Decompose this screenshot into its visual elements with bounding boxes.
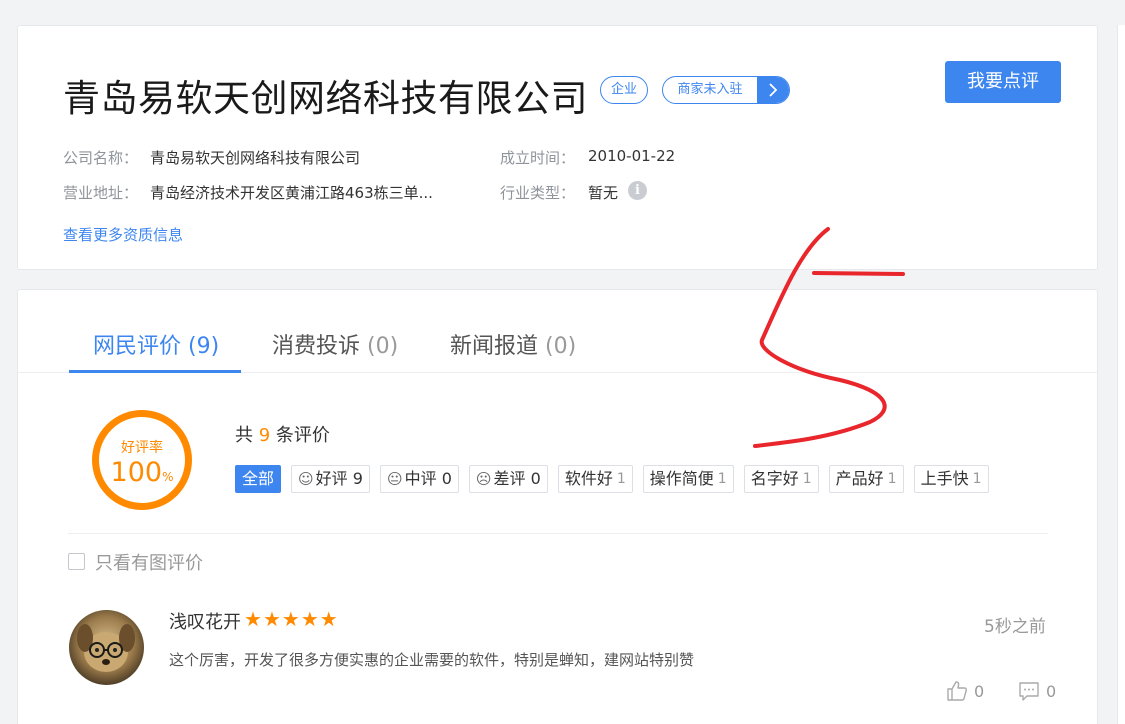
filter-neutral[interactable]: 😐︎ 中评 0: [379, 465, 459, 493]
thumbs-up-icon: [947, 681, 967, 701]
filter-tag[interactable]: 操作简便 1: [642, 465, 734, 493]
review-text: 这个厉害，开发了很多方便实惠的企业需要的软件，特别是蝉知，建网站特别赞: [169, 651, 695, 669]
positive-rate-label: 好评率: [121, 440, 163, 456]
company-name-label: 公司名称：: [63, 149, 139, 167]
like-count: 0: [974, 681, 985, 701]
filter-good[interactable]: ☺ 好评 9: [291, 465, 370, 493]
chevron-right-icon: [757, 77, 789, 103]
more-qualification-link[interactable]: 查看更多资质信息: [63, 224, 183, 245]
address-label: 营业地址：: [63, 184, 139, 202]
filter-tag[interactable]: 名字好 1: [743, 465, 819, 493]
review-card: 网民评价 (9) 消费投诉 (0) 新闻报道 (0) 好评率 100% 共 9 …: [17, 289, 1098, 724]
review-time: 5秒之前: [984, 617, 1046, 637]
company-title: 青岛易软天创网络科技有限公司: [63, 77, 588, 120]
rating-stars: ★ ★ ★ ★ ★: [244, 608, 339, 630]
like-button[interactable]: 0: [946, 680, 984, 702]
company-name-value: 青岛易软天创网络科技有限公司: [150, 149, 361, 167]
right-sidebar-edge: [1117, 25, 1125, 724]
filter-bad[interactable]: ☹ 差评 0: [468, 465, 548, 493]
smile-icon: ☺: [298, 470, 314, 488]
avatar[interactable]: [69, 610, 144, 685]
review-tabs: 网民评价 (9) 消费投诉 (0) 新闻报道 (0): [18, 290, 1097, 373]
positive-rate-value: 100%: [110, 457, 174, 488]
tab-consumer-complaints[interactable]: 消费投诉 (0): [272, 328, 398, 360]
address-value: 青岛经济技术开发区黄浦江路463栋三单...: [150, 184, 433, 202]
positive-rate-ring: 好评率 100%: [92, 410, 192, 510]
filter-tag[interactable]: 上手快 1: [913, 465, 989, 493]
reviewer-name[interactable]: 浅叹花开: [169, 608, 241, 634]
filter-all[interactable]: 全部: [235, 465, 282, 493]
star-icon: ★: [244, 607, 262, 631]
tab-news-reports[interactable]: 新闻报道 (0): [450, 328, 576, 360]
comment-count: 0: [1046, 681, 1057, 701]
industry-value: 暂无: [588, 184, 619, 202]
star-icon: ★: [262, 607, 281, 631]
neutral-face-icon: 😐︎: [386, 470, 403, 488]
tab-netizen-reviews[interactable]: 网民评价 (9): [93, 328, 219, 360]
divider: [68, 533, 1048, 534]
star-icon: ★: [281, 607, 300, 631]
comment-button[interactable]: 0: [1018, 680, 1056, 702]
total-review-count: 共 9 条评价: [235, 425, 330, 446]
star-icon: ★: [300, 607, 319, 631]
annotation-dash: [812, 271, 905, 276]
merchant-status-tag[interactable]: 商家未入驻: [662, 76, 790, 104]
review-filters: 全部 ☺ 好评 9 😐︎ 中评 0 ☹ 差评 0 软件好 1 操作简便 1 名字好 1 产品…: [235, 465, 999, 493]
founded-label: 成立时间：: [500, 149, 576, 167]
enterprise-tag: 企业: [600, 76, 649, 104]
active-tab-indicator: [69, 370, 241, 373]
filter-tag[interactable]: 产品好 1: [828, 465, 904, 493]
frown-icon: ☹: [475, 470, 492, 488]
star-icon: ★: [319, 607, 338, 631]
image-only-checkbox[interactable]: [68, 553, 85, 570]
industry-label: 行业类型：: [500, 184, 576, 202]
company-card: 青岛易软天创网络科技有限公司 企业 商家未入驻 我要点评 公司名称： 青岛易软天…: [17, 25, 1098, 270]
filter-tag[interactable]: 软件好 1: [557, 465, 633, 493]
founded-value: 2010-01-22: [588, 147, 676, 165]
info-icon[interactable]: i: [628, 181, 647, 200]
image-only-label: 只看有图评价: [95, 553, 203, 574]
write-review-button[interactable]: 我要点评: [945, 61, 1061, 103]
merchant-status-label: 商家未入驻: [677, 82, 743, 97]
comment-icon: [1019, 682, 1039, 701]
